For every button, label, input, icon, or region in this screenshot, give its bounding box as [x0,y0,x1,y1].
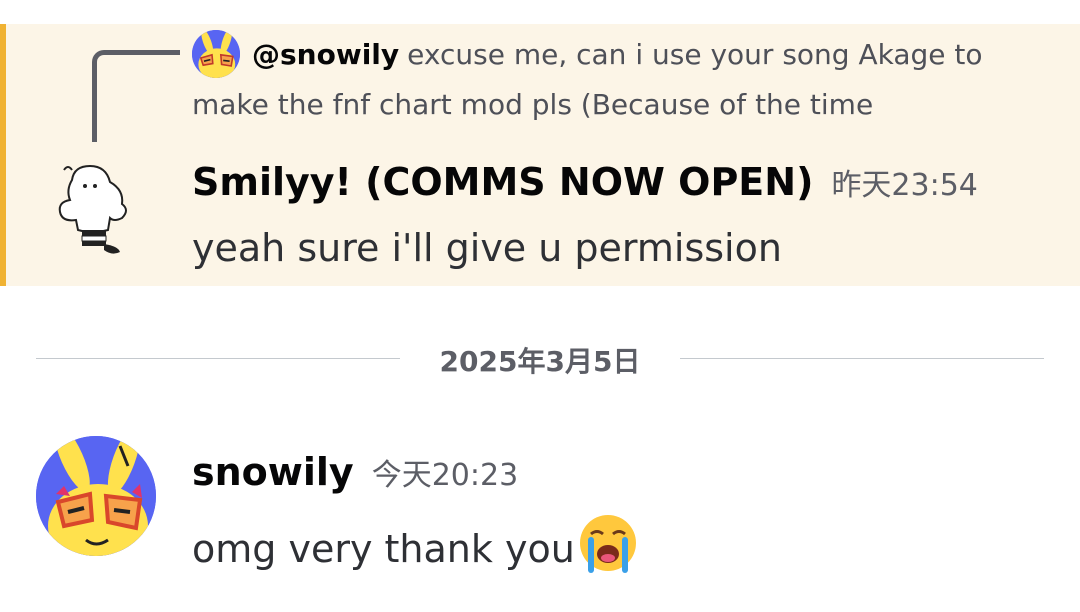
reply-connector-line [92,50,180,142]
ghost-icon [58,164,127,254]
date-divider-line-left [36,358,400,359]
latest-timestamp: 今天20:23 [371,458,519,493]
smilyy-avatar[interactable] [52,160,136,260]
latest-message-header: snowily 今天20:23 [192,450,518,494]
yellow-bunny-icon [36,436,156,556]
reply-preview[interactable]: @snowily excuse me, can i use your song A… [192,30,1052,130]
latest-message-text: omg very thank you [192,527,575,571]
highlighted-timestamp: 昨天23:54 [831,168,978,203]
highlighted-message-header: Smilyy! (COMMS NOW OPEN) 昨天23:54 [192,160,978,204]
date-divider-line-right [680,358,1044,359]
snowily-avatar[interactable] [36,436,156,556]
mention-highlight-bar [0,24,6,286]
highlighted-author-name[interactable]: Smilyy! (COMMS NOW OPEN) [192,160,813,204]
loudly-crying-face-icon [577,512,639,583]
reply-author[interactable]: @snowily [252,38,399,71]
latest-message-body: omg very thank you [192,512,639,583]
latest-author-name[interactable]: snowily [192,450,354,494]
highlighted-message-text: yeah sure i'll give u permission [192,226,782,270]
date-divider-label: 2025年3月5日 [439,345,641,378]
